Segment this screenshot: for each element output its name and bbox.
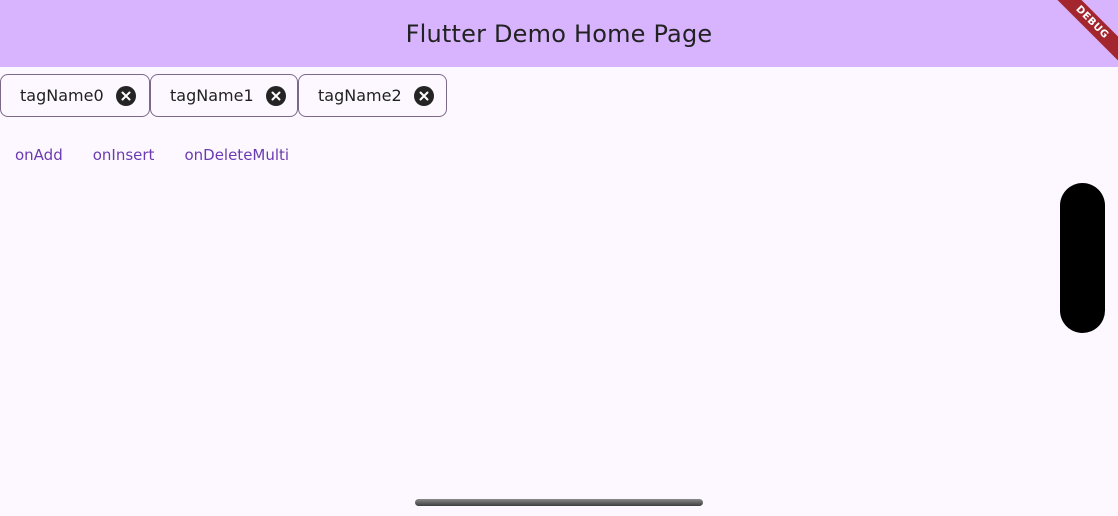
home-indicator[interactable] [415,499,703,506]
cancel-icon[interactable] [115,85,136,106]
tag-chip-2[interactable]: tagName2 [298,74,447,117]
tag-chip-1[interactable]: tagName1 [150,74,298,117]
scrollbar-thumb[interactable] [1060,183,1105,333]
close-icon [271,91,281,100]
cancel-icon[interactable] [265,85,286,106]
close-icon [121,91,131,100]
action-bar: onAdd onInsert onDeleteMulti [0,140,304,170]
cancel-icon[interactable] [413,85,434,106]
on-delete-multi-button[interactable]: onDeleteMulti [169,140,304,170]
tag-chip-0[interactable]: tagName0 [0,74,150,117]
tag-list: tagName0 tagName1 tagName2 [0,74,447,117]
on-add-button[interactable]: onAdd [0,140,78,170]
tag-chip-label: tagName1 [170,86,254,105]
close-icon [419,91,429,100]
app-bar: Flutter Demo Home Page DEBUG [0,0,1118,67]
debug-ribbon-label: DEBUG [1052,0,1118,63]
tag-chip-label: tagName2 [318,86,402,105]
debug-banner: DEBUG [1048,0,1118,70]
app-window: Flutter Demo Home Page DEBUG tagName0 ta… [0,0,1118,516]
tag-chip-label: tagName0 [20,86,104,105]
on-insert-button[interactable]: onInsert [78,140,170,170]
page-title: Flutter Demo Home Page [405,19,713,48]
